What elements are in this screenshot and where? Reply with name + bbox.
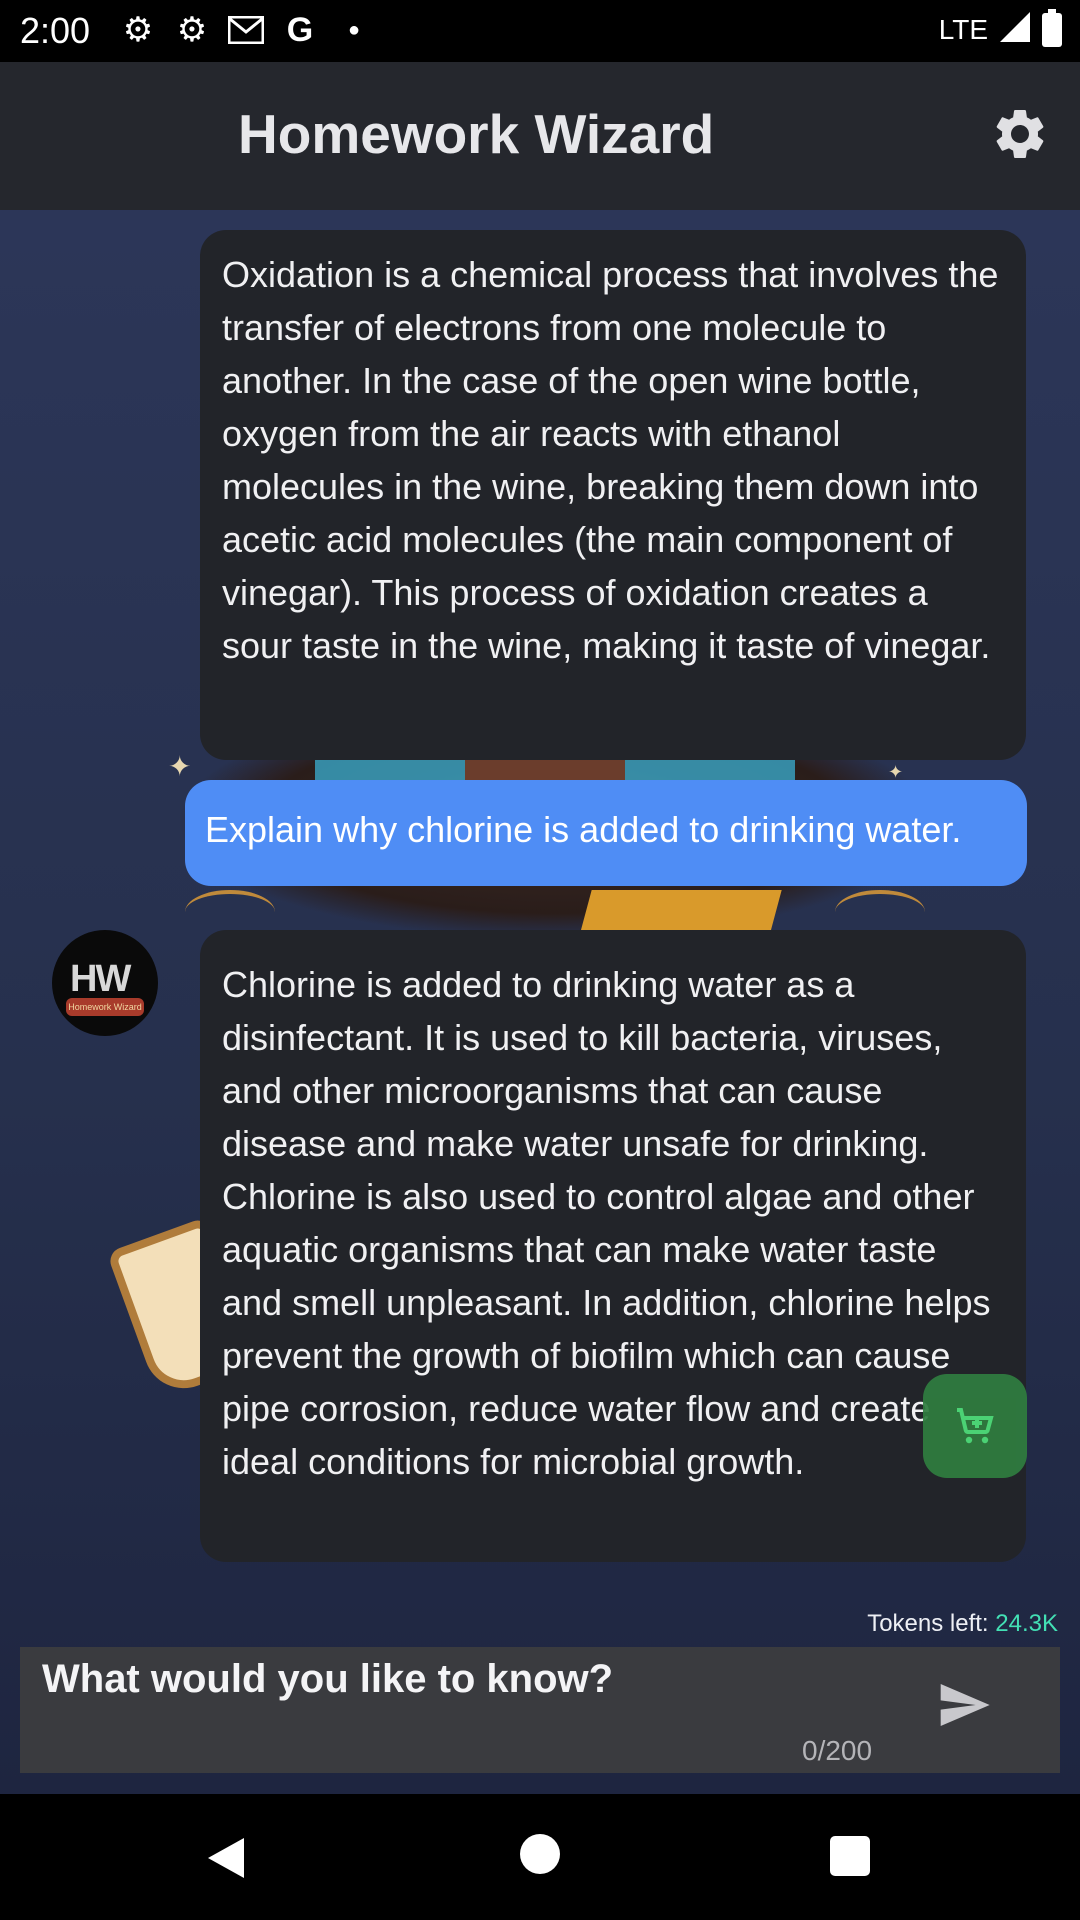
character-counter: 0/200	[802, 1735, 873, 1766]
input-placeholder: What would you like to know?	[42, 1657, 614, 1701]
chat-area[interactable]: ✦ ✦ Oxidation is a chemical process that…	[0, 210, 1080, 1794]
cart-icon	[957, 1408, 994, 1444]
google-icon: G	[286, 10, 314, 49]
user-message: Explain why chlorine is added to drinkin…	[185, 780, 1027, 886]
avatar-monogram: HW	[70, 958, 131, 1000]
send-button[interactable]	[932, 1677, 1002, 1737]
notification-icons: ⚙ ⚙ G ●	[120, 10, 372, 50]
tokens-left: Tokens left: 24.3K	[867, 1610, 1058, 1638]
battery-icon	[1042, 8, 1062, 47]
home-button[interactable]	[520, 1834, 560, 1874]
settings-icon: ⚙	[176, 11, 208, 49]
settings-button[interactable]	[990, 104, 1050, 164]
system-status: LTE	[938, 8, 1062, 49]
settings-icon: ⚙	[122, 11, 154, 49]
status-time: 2:00	[20, 10, 91, 51]
cart-button[interactable]	[923, 1374, 1027, 1478]
avatar-ribbon: Homework Wizard	[66, 998, 144, 1016]
navigation-bar	[0, 1794, 1080, 1920]
signal-icon	[998, 10, 1032, 49]
message-input[interactable]: What would you like to know? 0/200	[20, 1647, 1060, 1773]
recents-button[interactable]	[830, 1836, 870, 1876]
dot-icon: ●	[347, 18, 361, 41]
tokens-label: Tokens left:	[867, 1610, 989, 1637]
assistant-message: Oxidation is a chemical process that inv…	[200, 230, 1026, 760]
sparkle-icon: ✦	[168, 751, 192, 782]
gmail-icon	[228, 12, 264, 48]
back-icon	[208, 1838, 244, 1878]
back-button[interactable]	[206, 1836, 246, 1885]
status-bar: 2:00 ⚙ ⚙ G ● LTE	[0, 0, 1080, 62]
tokens-value: 24.3K	[995, 1610, 1058, 1637]
app-bar: Homework Wizard	[0, 62, 1080, 210]
assistant-message: Chlorine is added to drinking water as a…	[200, 930, 1026, 1562]
network-type: LTE	[938, 13, 988, 45]
send-icon	[940, 1684, 990, 1726]
app-title: Homework Wizard	[238, 103, 715, 165]
assistant-avatar: HW Homework Wizard	[52, 930, 158, 1036]
gear-icon	[996, 109, 1044, 158]
